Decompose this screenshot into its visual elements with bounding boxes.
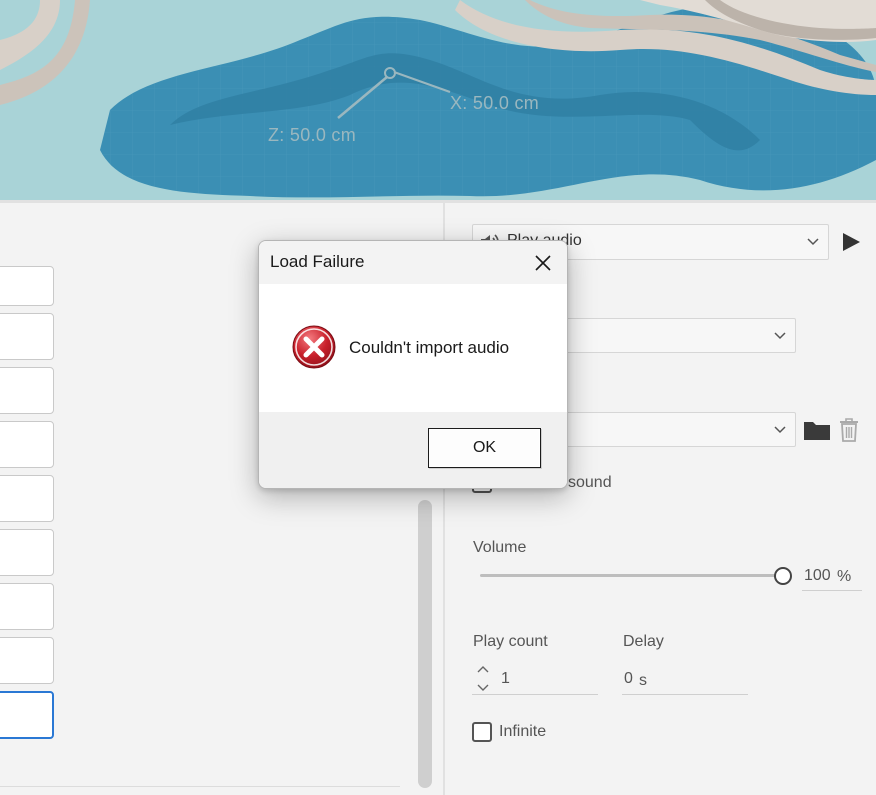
error-icon — [292, 325, 336, 369]
volume-slider-track[interactable] — [480, 574, 780, 577]
folder-icon[interactable] — [803, 419, 831, 441]
scene-render — [0, 0, 876, 200]
close-icon — [535, 255, 551, 271]
list-field[interactable] — [0, 266, 54, 306]
delay-input[interactable]: 0 s — [622, 665, 748, 695]
dialog-footer: OK — [259, 412, 567, 488]
dialog-titlebar[interactable]: Load Failure — [259, 241, 567, 284]
audio-file-dropdown[interactable] — [545, 412, 796, 447]
trash-icon[interactable] — [838, 418, 860, 442]
list-field[interactable] — [0, 475, 54, 522]
chevron-up-icon[interactable] — [476, 664, 490, 674]
audio-source-dropdown[interactable] — [545, 318, 796, 353]
3d-viewport[interactable]: X: 50.0 cm Z: 50.0 cm — [0, 0, 876, 200]
chevron-down-icon — [774, 426, 786, 434]
volume-unit: % — [837, 568, 852, 585]
dialog-title: Load Failure — [270, 252, 365, 271]
list-field-focused[interactable] — [0, 691, 54, 739]
list-field[interactable] — [0, 367, 54, 414]
chevron-down-icon — [807, 238, 819, 246]
infinite-label: Infinite — [499, 723, 547, 740]
play-count-stepper[interactable]: 1 — [472, 665, 598, 695]
chevron-down-icon — [774, 332, 786, 340]
ok-button[interactable]: OK — [428, 428, 541, 468]
dialog-message: Couldn't import audio — [349, 338, 510, 357]
delay-value: 0 — [624, 670, 633, 687]
list-field[interactable] — [0, 313, 54, 360]
chevron-down-icon[interactable] — [476, 683, 490, 693]
play-count-label: Play count — [473, 633, 548, 650]
scrollbar-thumb[interactable] — [418, 500, 432, 788]
vertical-scrollbar[interactable] — [418, 500, 434, 795]
axis-z-readout: Z: 50.0 cm — [268, 125, 357, 145]
dialog-body: Couldn't import audio — [259, 284, 567, 412]
divider-line — [0, 786, 400, 787]
list-field[interactable] — [0, 529, 54, 576]
delay-unit: s — [639, 672, 647, 689]
volume-value: 100 — [804, 567, 831, 584]
delay-label: Delay — [623, 633, 664, 650]
list-field[interactable] — [0, 421, 54, 468]
play-icon[interactable] — [840, 231, 862, 253]
volume-input[interactable]: 100 % — [802, 561, 862, 591]
volume-slider-thumb[interactable] — [774, 567, 792, 585]
close-button[interactable] — [529, 249, 557, 277]
list-field[interactable] — [0, 637, 54, 684]
infinite-checkbox[interactable] — [472, 722, 492, 742]
sound-checkbox-label: sound — [568, 474, 612, 491]
play-count-value: 1 — [501, 670, 510, 687]
axis-x-readout: X: 50.0 cm — [450, 93, 540, 113]
load-failure-dialog: Load Failure Couldn't import audio OK — [258, 240, 568, 489]
list-field[interactable] — [0, 583, 54, 630]
volume-label: Volume — [473, 539, 527, 556]
